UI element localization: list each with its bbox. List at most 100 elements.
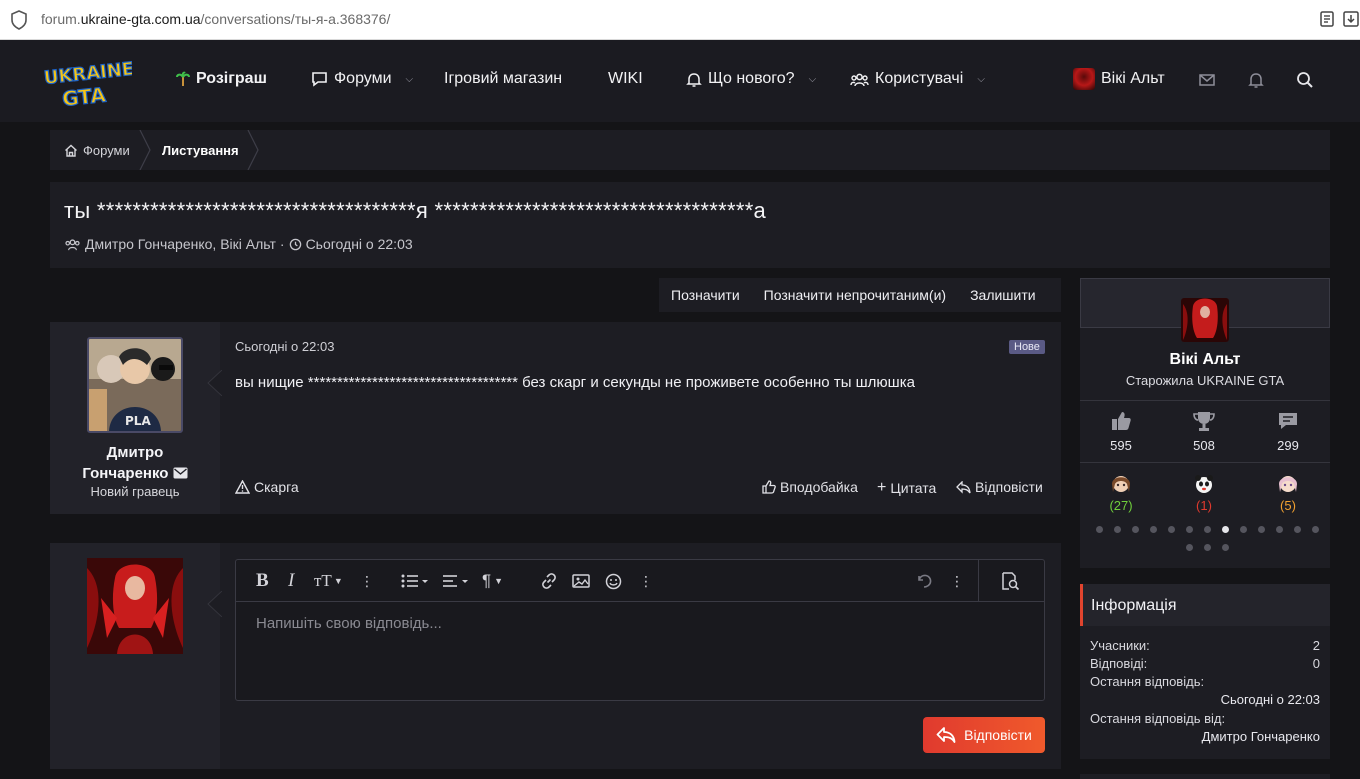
breadcrumb-forums[interactable]: Форуми xyxy=(64,143,130,158)
mark-button[interactable]: Позначити xyxy=(659,287,752,303)
quote-label: Цитата xyxy=(890,480,937,496)
carousel-dot[interactable] xyxy=(1149,526,1157,533)
breadcrumb-conversations[interactable]: Листування xyxy=(162,143,239,158)
nav-giveaway[interactable]: Розіграш xyxy=(176,70,267,88)
chevron-down-icon: ⌵ xyxy=(808,73,817,85)
carousel-dot[interactable] xyxy=(1185,544,1193,551)
plus-icon: + xyxy=(877,479,887,496)
message-author-title: Новий гравець xyxy=(90,484,180,499)
more-options-icon[interactable]: ⋮ xyxy=(360,571,374,591)
info-last-reply: Остання відповідь: xyxy=(1090,674,1320,689)
info-replies-label: Відповіді: xyxy=(1090,656,1148,671)
site-logo[interactable]: UKRAINE GTA xyxy=(42,56,135,112)
carousel-dot[interactable] xyxy=(1293,526,1301,533)
nav-users[interactable]: Користувачі ⌵ xyxy=(850,70,985,88)
svg-text:GTA: GTA xyxy=(61,83,107,108)
quick-reply: B I тT ▼ ⋮ ¶ ▼ ⋮ ⋮ Напишіть свою відпові… xyxy=(50,543,1061,769)
carousel-dot[interactable] xyxy=(1203,526,1211,533)
avatar-photo xyxy=(1181,298,1229,342)
more-options-icon[interactable]: ⋮ xyxy=(639,571,653,591)
carousel-dot[interactable] xyxy=(1095,526,1103,533)
clock-icon xyxy=(289,238,301,250)
warning-icon xyxy=(235,480,250,494)
svg-text:PLA: PLA xyxy=(125,414,151,428)
editor-placeholder[interactable]: Напишіть свою відповідь... xyxy=(256,615,442,632)
breadcrumb-separator xyxy=(139,130,151,170)
stat-trophies-value: 508 xyxy=(1193,438,1215,453)
undo-icon[interactable] xyxy=(915,571,933,591)
more-options-icon[interactable]: ⋮ xyxy=(950,571,964,591)
like-button[interactable]: Вподобайка xyxy=(762,479,858,495)
carousel-dot[interactable] xyxy=(1221,544,1229,551)
avatar[interactable] xyxy=(1181,298,1229,342)
nav-user-account[interactable]: Вікі Альт xyxy=(1073,68,1165,90)
nav-forums[interactable]: Форуми ⌵ xyxy=(311,70,413,88)
reader-view-icon[interactable] xyxy=(1318,10,1336,28)
editor-toolbar: B I тT ▼ ⋮ ¶ ▼ ⋮ ⋮ xyxy=(236,560,1044,602)
link-icon[interactable] xyxy=(540,571,558,591)
list-icon[interactable] xyxy=(401,571,429,591)
align-icon[interactable] xyxy=(442,571,470,591)
nav-game-shop[interactable]: Ігровий магазин xyxy=(444,70,562,88)
text-size-icon[interactable]: тT ▼ xyxy=(314,571,343,591)
breadcrumb-forums-label: Форуми xyxy=(83,143,130,158)
carousel-dot[interactable] xyxy=(1131,526,1139,533)
nav-whats-new-label: Що нового? xyxy=(708,70,795,87)
thumbs-up-icon xyxy=(762,480,776,494)
envelope-icon[interactable] xyxy=(173,467,188,479)
image-icon[interactable] xyxy=(572,571,590,591)
report-label: Скарга xyxy=(254,479,299,495)
url-text[interactable]: forum.ukraine-gta.com.ua/conversations/т… xyxy=(41,11,390,27)
reply-link-button[interactable]: Відповісти xyxy=(956,479,1043,495)
info-last-reply-by-value[interactable]: Дмитро Гончаренко xyxy=(1202,729,1320,744)
message-date[interactable]: Сьогодні о 22:03 xyxy=(235,339,334,354)
envelope-icon[interactable] xyxy=(1197,70,1217,90)
nav-whats-new[interactable]: Що нового? ⌵ xyxy=(686,70,816,88)
carousel-dot[interactable] xyxy=(1239,526,1247,533)
bold-icon[interactable]: B xyxy=(256,570,269,591)
quote-button[interactable]: + Цитата xyxy=(877,479,936,497)
leave-button[interactable]: Залишити xyxy=(958,287,1048,303)
stat-trophies: 508 xyxy=(1174,410,1234,453)
reply-editor[interactable]: B I тT ▼ ⋮ ¶ ▼ ⋮ ⋮ Напишіть свою відпові… xyxy=(235,559,1045,701)
url-path: /conversations/ты-я-а.368376/ xyxy=(200,11,391,27)
page-title: ты ************************************я… xyxy=(64,198,767,223)
download-icon[interactable] xyxy=(1342,10,1360,28)
profile-name[interactable]: Вікі Альт xyxy=(1080,351,1330,369)
avatar-photo: PLA xyxy=(89,339,181,431)
emoji-icon[interactable] xyxy=(605,571,622,591)
preview-icon[interactable] xyxy=(1000,571,1020,591)
carousel-dot[interactable] xyxy=(1203,544,1211,551)
search-icon[interactable] xyxy=(1295,70,1315,90)
carousel-dot[interactable] xyxy=(1311,526,1319,533)
carousel-dot[interactable] xyxy=(1221,526,1229,533)
italic-icon[interactable]: I xyxy=(288,570,294,591)
info-last-reply-value[interactable]: Сьогодні о 22:03 xyxy=(1221,692,1320,707)
avatar[interactable] xyxy=(87,558,183,654)
nav-wiki[interactable]: WIKI xyxy=(608,70,643,88)
carousel-dot[interactable] xyxy=(1185,526,1193,533)
reaction-neutral-count: (5) xyxy=(1280,498,1296,513)
message-author-name[interactable]: Дмитро Гончаренко xyxy=(50,442,220,484)
submit-reply-button[interactable]: Відповісти xyxy=(923,717,1045,753)
carousel-dot[interactable] xyxy=(1275,526,1283,533)
info-replies-value: 0 xyxy=(1312,656,1320,671)
carousel-dot[interactable] xyxy=(1167,526,1175,533)
report-button[interactable]: Скарга xyxy=(235,479,299,495)
url-prefix: forum. xyxy=(41,11,81,27)
conversation-meta: Дмитро Гончаренко, Вікі Альт · Сьогодні … xyxy=(64,236,413,252)
carousel-dot[interactable] xyxy=(1257,526,1265,533)
home-icon xyxy=(65,144,77,157)
profile-title: Старожила UKRAINE GTA xyxy=(1125,373,1285,388)
browser-url-bar[interactable]: forum.ukraine-gta.com.ua/conversations/т… xyxy=(0,0,1360,40)
info-participants-value: 2 xyxy=(1312,638,1320,653)
participants-list[interactable]: Дмитро Гончаренко, Вікі Альт xyxy=(85,236,276,252)
mark-unread-button[interactable]: Позначити непрочитаним(и) xyxy=(752,287,958,303)
carousel-dots xyxy=(1092,526,1322,551)
avatar[interactable]: PLA xyxy=(87,337,183,433)
carousel-dot[interactable] xyxy=(1113,526,1121,533)
reaction-negative: (1) xyxy=(1174,472,1234,513)
stat-messages: 299 xyxy=(1258,410,1318,453)
alerts-bell-icon[interactable] xyxy=(1246,70,1266,90)
paragraph-icon[interactable]: ¶ ▼ xyxy=(482,571,503,591)
